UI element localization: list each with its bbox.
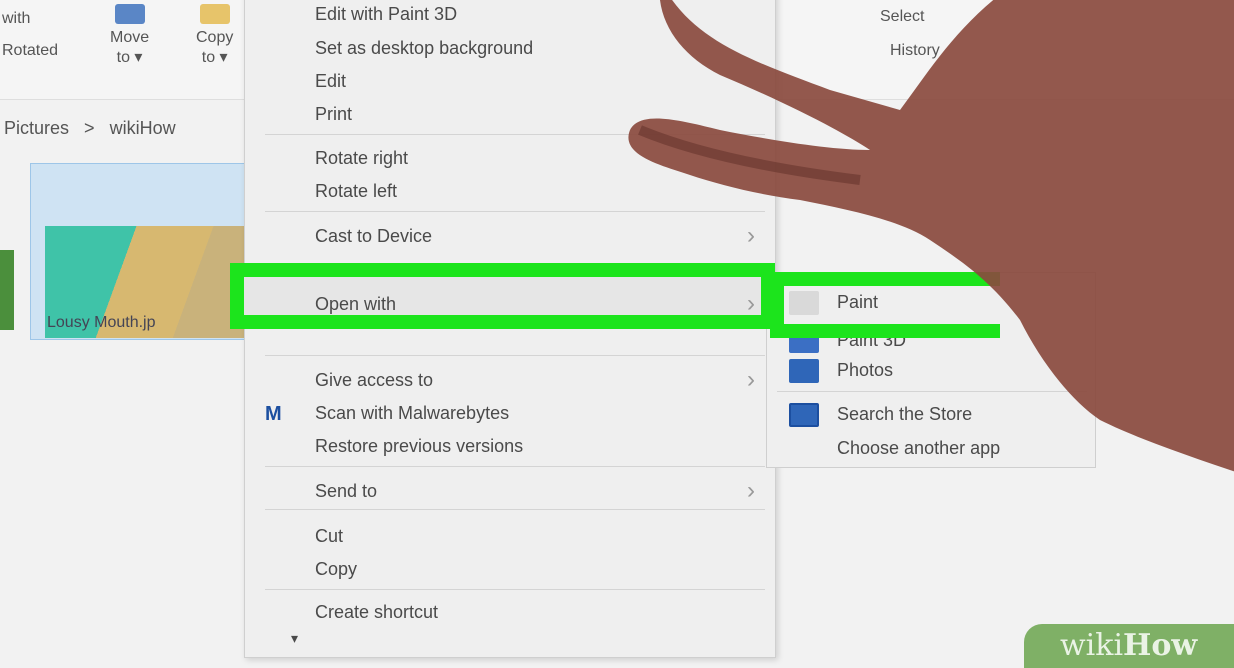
file-name: Lousy Mouth.jp xyxy=(47,314,156,331)
ribbon-label: Rotated xyxy=(2,42,59,59)
menu-item-scan-malwarebytes[interactable]: M Scan with Malwarebytes xyxy=(245,398,775,428)
store-icon xyxy=(789,403,819,427)
watermark-wiki: wiki xyxy=(1060,628,1124,663)
menu-item-label: Rotate right xyxy=(315,148,409,168)
wikihow-watermark: wikiHow xyxy=(1024,624,1234,668)
submenu-item-photos[interactable]: Photos xyxy=(767,355,1097,385)
menu-divider xyxy=(265,589,765,590)
menu-item-label: Edit with Paint 3D xyxy=(315,4,458,24)
menu-item-label: Cut xyxy=(315,526,344,546)
menu-divider xyxy=(265,509,765,510)
breadcrumb-item-pictures[interactable]: Pictures xyxy=(4,118,69,138)
menu-item-label: Send to xyxy=(315,481,378,501)
menu-item-label: Scan with Malwarebytes xyxy=(315,403,510,423)
menu-item-label: Print xyxy=(315,104,353,124)
menu-more-arrow[interactable]: ▾ xyxy=(245,623,775,653)
menu-divider xyxy=(265,134,765,135)
menu-item-cast-to-device[interactable]: Cast to Device › xyxy=(245,221,775,251)
menu-item-label: Edit xyxy=(315,71,347,91)
context-menu: Edit with Paint 3D Set as desktop backgr… xyxy=(244,0,776,658)
menu-item-rotate-left[interactable]: Rotate left xyxy=(245,176,775,206)
chevron-right-icon: › xyxy=(747,477,755,504)
history-label: History xyxy=(890,42,940,59)
menu-item-label: Create shortcut xyxy=(315,602,439,622)
submenu-item-search-store[interactable]: Search the Store xyxy=(767,399,1097,429)
menu-divider xyxy=(265,355,765,356)
breadcrumb-item-wikihow[interactable]: wikiHow xyxy=(110,118,176,138)
malwarebytes-icon: M xyxy=(265,403,282,425)
chevron-right-icon: › xyxy=(747,290,755,317)
select-label: Select xyxy=(880,8,925,25)
menu-item-give-access-to[interactable]: Give access to › xyxy=(245,365,775,395)
file-thumbnail[interactable]: Lousy Mouth.jp xyxy=(30,163,250,340)
submenu-item-choose-another-app[interactable]: Choose another app xyxy=(767,433,1097,463)
menu-item-label: Cast to Device xyxy=(315,226,433,246)
menu-item-label: Rotate left xyxy=(315,181,398,201)
menu-item-label: Set as desktop background xyxy=(315,38,534,58)
chevron-right-icon: › xyxy=(747,222,755,249)
menu-divider xyxy=(265,211,765,212)
menu-item-label: Restore previous versions xyxy=(315,436,524,456)
move-to-label: Move xyxy=(110,29,150,46)
move-to-button[interactable]: Move to ▾ xyxy=(110,4,149,67)
menu-item-edit[interactable]: Edit xyxy=(245,66,775,96)
window-edge xyxy=(0,250,14,330)
move-to-sub: to ▾ xyxy=(116,49,143,66)
menu-item-open-with[interactable]: Open with › xyxy=(245,289,775,319)
history-button[interactable]: History xyxy=(890,42,940,60)
menu-item-print[interactable]: Print xyxy=(245,99,775,129)
submenu-item-label: Photos xyxy=(837,360,894,380)
move-to-icon xyxy=(114,4,145,24)
menu-item-copy[interactable]: Copy xyxy=(245,554,775,584)
menu-divider xyxy=(777,391,1087,392)
chevron-right-icon: › xyxy=(747,366,755,393)
menu-item-label: Open with xyxy=(315,294,397,314)
menu-item-edit-paint3d[interactable]: Edit with Paint 3D xyxy=(245,0,775,29)
menu-item-set-desktop-background[interactable]: Set as desktop background xyxy=(245,33,775,63)
menu-item-label: Copy xyxy=(315,559,358,579)
breadcrumb[interactable]: Pictures > wikiHow xyxy=(0,108,260,148)
copy-to-label: Copy xyxy=(196,29,234,46)
menu-item-send-to[interactable]: Send to › xyxy=(245,476,775,506)
watermark-how: How xyxy=(1123,628,1198,663)
breadcrumb-separator-icon: > xyxy=(84,118,95,138)
open-with-submenu: Paint Paint 3D Photos Search the Store C… xyxy=(766,272,1096,468)
submenu-item-label: Paint xyxy=(837,292,879,312)
menu-item-label: Give access to xyxy=(315,370,434,390)
copy-to-button[interactable]: Copy to ▾ xyxy=(196,4,233,67)
select-button[interactable]: Select xyxy=(880,8,924,26)
chevron-down-icon: ▾ xyxy=(291,630,299,646)
submenu-item-label: Search the Store xyxy=(837,404,973,424)
menu-item-restore-previous-versions[interactable]: Restore previous versions xyxy=(245,431,775,461)
ribbon-item-with[interactable]: with xyxy=(2,10,30,28)
photos-icon xyxy=(789,359,819,383)
menu-item-cut[interactable]: Cut xyxy=(245,521,775,551)
paint-icon xyxy=(789,291,819,315)
copy-to-icon xyxy=(199,4,230,24)
ribbon-item-rotated[interactable]: Rotated xyxy=(2,42,58,60)
submenu-item-label: Choose another app xyxy=(837,438,1001,458)
copy-to-sub: to ▾ xyxy=(201,49,228,66)
submenu-item-paint[interactable]: Paint xyxy=(767,287,1097,317)
ribbon-label: with xyxy=(2,10,31,27)
menu-item-rotate-right[interactable]: Rotate right xyxy=(245,143,775,173)
menu-divider xyxy=(265,466,765,467)
